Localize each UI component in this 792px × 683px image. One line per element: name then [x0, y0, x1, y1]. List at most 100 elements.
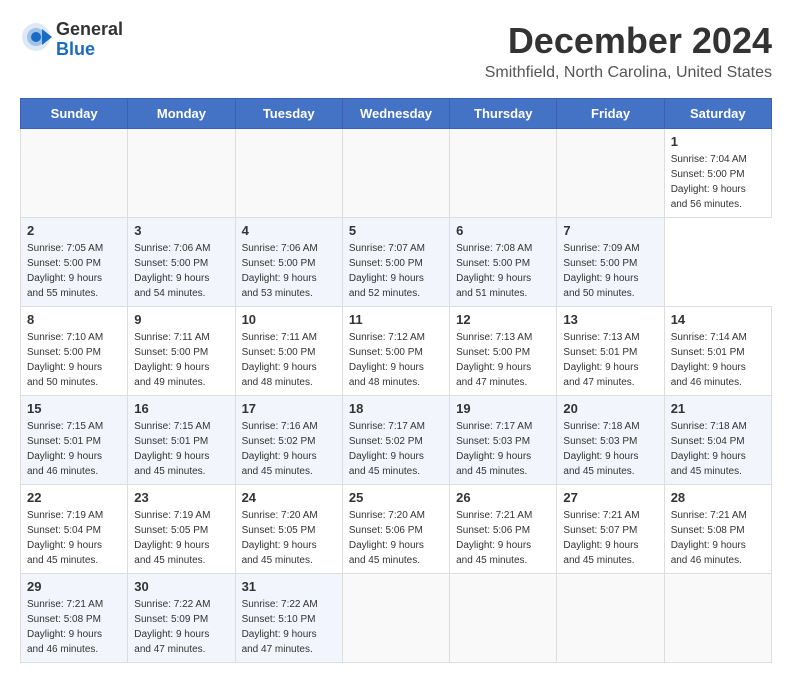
calendar-cell: 25 Sunrise: 7:20 AM Sunset: 5:06 PM Dayl…	[342, 485, 449, 574]
calendar-week-row: 22 Sunrise: 7:19 AM Sunset: 5:04 PM Dayl…	[21, 485, 772, 574]
day-number: 21	[671, 401, 765, 416]
day-info: Sunrise: 7:04 AM Sunset: 5:00 PM Dayligh…	[671, 152, 765, 212]
day-info: Sunrise: 7:20 AM Sunset: 5:05 PM Dayligh…	[242, 508, 336, 568]
calendar-cell: 10 Sunrise: 7:11 AM Sunset: 5:00 PM Dayl…	[235, 307, 342, 396]
day-number: 10	[242, 312, 336, 327]
day-info: Sunrise: 7:13 AM Sunset: 5:01 PM Dayligh…	[563, 330, 657, 390]
day-info: Sunrise: 7:15 AM Sunset: 5:01 PM Dayligh…	[134, 419, 228, 479]
calendar-table: SundayMondayTuesdayWednesdayThursdayFrid…	[20, 98, 772, 663]
day-number: 28	[671, 490, 765, 505]
calendar-cell: 13 Sunrise: 7:13 AM Sunset: 5:01 PM Dayl…	[557, 307, 664, 396]
calendar-cell: 17 Sunrise: 7:16 AM Sunset: 5:02 PM Dayl…	[235, 396, 342, 485]
calendar-cell: 26 Sunrise: 7:21 AM Sunset: 5:06 PM Dayl…	[450, 485, 557, 574]
logo-icon	[20, 21, 52, 53]
calendar-cell: 1 Sunrise: 7:04 AM Sunset: 5:00 PM Dayli…	[664, 129, 771, 218]
day-info: Sunrise: 7:15 AM Sunset: 5:01 PM Dayligh…	[27, 419, 121, 479]
calendar-cell	[342, 129, 449, 218]
calendar-cell: 8 Sunrise: 7:10 AM Sunset: 5:00 PM Dayli…	[21, 307, 128, 396]
day-number: 8	[27, 312, 121, 327]
calendar-cell: 29 Sunrise: 7:21 AM Sunset: 5:08 PM Dayl…	[21, 574, 128, 663]
day-header-saturday: Saturday	[664, 99, 771, 129]
day-number: 2	[27, 223, 121, 238]
calendar-week-row: 8 Sunrise: 7:10 AM Sunset: 5:00 PM Dayli…	[21, 307, 772, 396]
calendar-week-row: 15 Sunrise: 7:15 AM Sunset: 5:01 PM Dayl…	[21, 396, 772, 485]
calendar-week-row: 2 Sunrise: 7:05 AM Sunset: 5:00 PM Dayli…	[21, 218, 772, 307]
calendar-cell	[342, 574, 449, 663]
day-info: Sunrise: 7:18 AM Sunset: 5:04 PM Dayligh…	[671, 419, 765, 479]
calendar-cell	[235, 129, 342, 218]
calendar-cell: 2 Sunrise: 7:05 AM Sunset: 5:00 PM Dayli…	[21, 218, 128, 307]
day-header-sunday: Sunday	[21, 99, 128, 129]
day-number: 4	[242, 223, 336, 238]
day-header-tuesday: Tuesday	[235, 99, 342, 129]
calendar-cell: 20 Sunrise: 7:18 AM Sunset: 5:03 PM Dayl…	[557, 396, 664, 485]
calendar-cell: 9 Sunrise: 7:11 AM Sunset: 5:00 PM Dayli…	[128, 307, 235, 396]
day-number: 25	[349, 490, 443, 505]
calendar-cell	[557, 129, 664, 218]
day-info: Sunrise: 7:16 AM Sunset: 5:02 PM Dayligh…	[242, 419, 336, 479]
logo: General Blue	[20, 20, 123, 60]
day-info: Sunrise: 7:05 AM Sunset: 5:00 PM Dayligh…	[27, 241, 121, 301]
day-number: 3	[134, 223, 228, 238]
calendar-cell: 14 Sunrise: 7:14 AM Sunset: 5:01 PM Dayl…	[664, 307, 771, 396]
day-info: Sunrise: 7:20 AM Sunset: 5:06 PM Dayligh…	[349, 508, 443, 568]
calendar-week-row: 1 Sunrise: 7:04 AM Sunset: 5:00 PM Dayli…	[21, 129, 772, 218]
day-number: 12	[456, 312, 550, 327]
day-number: 17	[242, 401, 336, 416]
day-info: Sunrise: 7:17 AM Sunset: 5:02 PM Dayligh…	[349, 419, 443, 479]
day-info: Sunrise: 7:18 AM Sunset: 5:03 PM Dayligh…	[563, 419, 657, 479]
day-number: 7	[563, 223, 657, 238]
day-number: 13	[563, 312, 657, 327]
day-header-wednesday: Wednesday	[342, 99, 449, 129]
calendar-cell	[21, 129, 128, 218]
day-header-thursday: Thursday	[450, 99, 557, 129]
day-info: Sunrise: 7:10 AM Sunset: 5:00 PM Dayligh…	[27, 330, 121, 390]
day-number: 5	[349, 223, 443, 238]
day-info: Sunrise: 7:19 AM Sunset: 5:05 PM Dayligh…	[134, 508, 228, 568]
day-info: Sunrise: 7:21 AM Sunset: 5:08 PM Dayligh…	[27, 597, 121, 657]
calendar-cell: 28 Sunrise: 7:21 AM Sunset: 5:08 PM Dayl…	[664, 485, 771, 574]
day-info: Sunrise: 7:07 AM Sunset: 5:00 PM Dayligh…	[349, 241, 443, 301]
day-number: 14	[671, 312, 765, 327]
day-info: Sunrise: 7:06 AM Sunset: 5:00 PM Dayligh…	[134, 241, 228, 301]
day-number: 23	[134, 490, 228, 505]
day-info: Sunrise: 7:21 AM Sunset: 5:06 PM Dayligh…	[456, 508, 550, 568]
day-header-monday: Monday	[128, 99, 235, 129]
day-number: 18	[349, 401, 443, 416]
day-number: 6	[456, 223, 550, 238]
day-info: Sunrise: 7:22 AM Sunset: 5:09 PM Dayligh…	[134, 597, 228, 657]
calendar-header-row: SundayMondayTuesdayWednesdayThursdayFrid…	[21, 99, 772, 129]
title-section: December 2024 Smithfield, North Carolina…	[485, 20, 772, 82]
day-info: Sunrise: 7:22 AM Sunset: 5:10 PM Dayligh…	[242, 597, 336, 657]
calendar-cell: 27 Sunrise: 7:21 AM Sunset: 5:07 PM Dayl…	[557, 485, 664, 574]
calendar-cell: 21 Sunrise: 7:18 AM Sunset: 5:04 PM Dayl…	[664, 396, 771, 485]
day-info: Sunrise: 7:06 AM Sunset: 5:00 PM Dayligh…	[242, 241, 336, 301]
calendar-cell	[557, 574, 664, 663]
calendar-cell: 4 Sunrise: 7:06 AM Sunset: 5:00 PM Dayli…	[235, 218, 342, 307]
day-info: Sunrise: 7:11 AM Sunset: 5:00 PM Dayligh…	[134, 330, 228, 390]
month-title: December 2024	[485, 20, 772, 62]
day-number: 9	[134, 312, 228, 327]
day-number: 11	[349, 312, 443, 327]
calendar-cell	[450, 574, 557, 663]
day-info: Sunrise: 7:09 AM Sunset: 5:00 PM Dayligh…	[563, 241, 657, 301]
calendar-cell: 11 Sunrise: 7:12 AM Sunset: 5:00 PM Dayl…	[342, 307, 449, 396]
calendar-cell: 15 Sunrise: 7:15 AM Sunset: 5:01 PM Dayl…	[21, 396, 128, 485]
day-number: 15	[27, 401, 121, 416]
calendar-cell	[128, 129, 235, 218]
calendar-cell: 24 Sunrise: 7:20 AM Sunset: 5:05 PM Dayl…	[235, 485, 342, 574]
day-number: 30	[134, 579, 228, 594]
day-info: Sunrise: 7:13 AM Sunset: 5:00 PM Dayligh…	[456, 330, 550, 390]
day-header-friday: Friday	[557, 99, 664, 129]
calendar-cell: 31 Sunrise: 7:22 AM Sunset: 5:10 PM Dayl…	[235, 574, 342, 663]
logo-text: General Blue	[56, 20, 123, 60]
calendar-cell: 16 Sunrise: 7:15 AM Sunset: 5:01 PM Dayl…	[128, 396, 235, 485]
calendar-cell	[664, 574, 771, 663]
day-number: 1	[671, 134, 765, 149]
day-number: 20	[563, 401, 657, 416]
calendar-cell	[450, 129, 557, 218]
day-number: 27	[563, 490, 657, 505]
calendar-cell: 12 Sunrise: 7:13 AM Sunset: 5:00 PM Dayl…	[450, 307, 557, 396]
day-info: Sunrise: 7:12 AM Sunset: 5:00 PM Dayligh…	[349, 330, 443, 390]
day-number: 16	[134, 401, 228, 416]
